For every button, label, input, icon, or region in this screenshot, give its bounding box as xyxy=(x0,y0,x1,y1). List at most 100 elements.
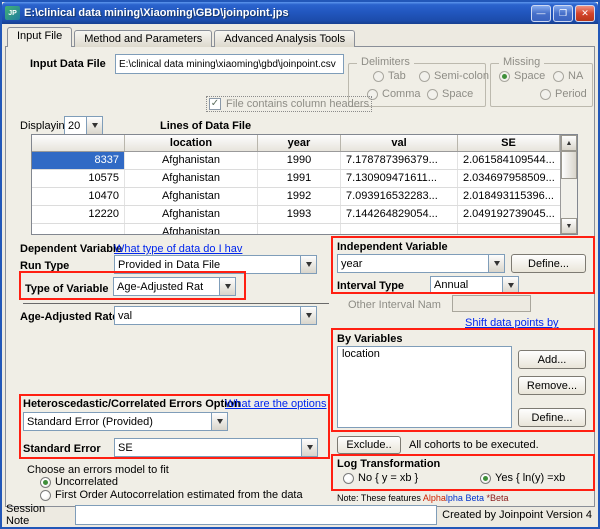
column-headers-checkbox[interactable]: ✓ File contains column headers xyxy=(205,96,373,112)
delimiter-tab-radio[interactable]: Tab xyxy=(373,70,406,82)
dropdown-value: Standard Error (Provided) xyxy=(27,415,153,428)
table-cell[interactable]: 1990 xyxy=(258,152,341,169)
radio-label: Semi-colon xyxy=(434,70,490,82)
exclude-button[interactable]: Exclude.. xyxy=(337,436,401,454)
missing-legend: Missing xyxy=(499,56,545,68)
dropdown-value: Annual xyxy=(434,279,469,291)
version-credit-label: Created by Joinpoint Version 4 xyxy=(442,509,592,521)
table-cell[interactable]: 1992 xyxy=(258,188,341,205)
table-cell[interactable]: 8337 xyxy=(32,152,125,169)
checkbox-label: File contains column headers xyxy=(226,98,370,110)
table-cell[interactable]: 1993 xyxy=(258,206,341,223)
by-variables-listbox[interactable]: location xyxy=(337,346,512,428)
age-adjusted-rate-label: Age-Adjusted Rate xyxy=(20,311,119,323)
table-cell[interactable]: 2.061584109544... xyxy=(458,152,560,169)
note-prefix: Note: These features xyxy=(337,493,423,503)
table-cell[interactable]: 7.093916532283... xyxy=(341,188,458,205)
log-transform-yes-radio[interactable]: Yes { ln(y) =xb xyxy=(480,472,565,484)
note-alpha: Alpha xyxy=(422,493,446,503)
close-button[interactable]: ✕ xyxy=(575,4,595,22)
log-transform-no-radio[interactable]: No { y = xb } xyxy=(343,472,418,484)
table-cell[interactable] xyxy=(341,224,458,234)
table-cell[interactable]: 2.049192739045... xyxy=(458,206,560,223)
table-cell[interactable]: Afghanistan xyxy=(125,224,258,234)
table-cell[interactable]: 7.130909471611... xyxy=(341,170,458,187)
first-order-autocorrelation-radio[interactable]: First Order Autocorrelation estimated fr… xyxy=(40,489,303,501)
tab-method-and-parameters[interactable]: Method and Parameters xyxy=(74,30,213,47)
input-file-page: Input Data File Delimiters Tab Semi-colo… xyxy=(5,46,595,507)
log-transformation-title: Log Transformation xyxy=(337,458,441,470)
delimiter-comma-radio[interactable]: Comma xyxy=(367,88,421,100)
features-note: Note: These features Alphalpha Beta *Bet… xyxy=(337,493,508,503)
independent-variable-dropdown[interactable]: year xyxy=(337,254,505,273)
standard-error-dropdown[interactable]: SE xyxy=(114,438,318,457)
dropdown-value: val xyxy=(118,309,133,322)
missing-space-radio[interactable]: Space xyxy=(499,70,545,82)
table-row: 10470 Afghanistan 1992 7.093916532283...… xyxy=(32,188,560,206)
chevron-down-icon xyxy=(86,117,102,134)
type-of-variable-dropdown[interactable]: Age-Adjusted Rat xyxy=(113,277,236,296)
list-item[interactable]: location xyxy=(338,347,511,361)
radio-circle-icon xyxy=(419,70,430,82)
table-cell[interactable]: 12220 xyxy=(32,206,125,223)
radio-label: First Order Autocorrelation estimated fr… xyxy=(55,489,303,501)
uncorrelated-radio[interactable]: Uncorrelated xyxy=(40,476,118,488)
by-variables-remove-button[interactable]: Remove... xyxy=(518,376,586,395)
errors-option-help-link[interactable]: What are the options xyxy=(225,398,327,410)
scroll-up-icon[interactable]: ▲ xyxy=(561,135,577,151)
other-interval-name-field[interactable] xyxy=(452,295,531,312)
scroll-down-icon[interactable]: ▼ xyxy=(561,218,577,234)
table-cell[interactable]: 2.018493115396... xyxy=(458,188,560,205)
minimize-button[interactable]: — xyxy=(531,4,551,22)
session-note-input[interactable] xyxy=(75,505,438,525)
table-cell[interactable]: 10470 xyxy=(32,188,125,205)
independent-define-button[interactable]: Define... xyxy=(511,254,586,273)
table-cell[interactable] xyxy=(458,224,560,234)
table-cell[interactable]: Afghanistan xyxy=(125,152,258,169)
lines-of-data-file-label: Lines of Data File xyxy=(160,120,252,132)
radio-label: Yes { ln(y) =xb xyxy=(495,472,566,484)
check-icon: ✓ xyxy=(210,98,220,109)
table-cell[interactable]: 1991 xyxy=(258,170,341,187)
interval-type-dropdown[interactable]: Annual xyxy=(430,276,519,294)
restore-button[interactable]: ❐ xyxy=(553,4,573,22)
scrollbar-thumb[interactable] xyxy=(561,151,577,179)
table-cell[interactable]: 7.178787396379... xyxy=(341,152,458,169)
table-row: 8337 Afghanistan 1990 7.178787396379... … xyxy=(32,152,560,170)
table-cell[interactable]: 7.144264829054... xyxy=(341,206,458,223)
by-variables-define-button[interactable]: Define... xyxy=(518,408,586,427)
table-cell[interactable] xyxy=(258,224,341,234)
shift-data-points-link[interactable]: Shift data points by xyxy=(465,317,559,329)
by-variables-add-button[interactable]: Add... xyxy=(518,350,586,369)
scrollbar-track[interactable] xyxy=(561,179,577,218)
tab-input-file[interactable]: Input File xyxy=(7,27,73,47)
missing-period-radio[interactable]: Period xyxy=(540,88,587,100)
table-cell[interactable] xyxy=(32,224,125,234)
delimiter-space-radio[interactable]: Space xyxy=(427,88,473,100)
tab-strip: Input File Method and Parameters Advance… xyxy=(7,27,357,47)
dropdown-value: year xyxy=(341,257,363,270)
table-cell[interactable]: 10575 xyxy=(32,170,125,187)
table-cell[interactable]: 2.034697958509... xyxy=(458,170,560,187)
tab-advanced-analysis-tools[interactable]: Advanced Analysis Tools xyxy=(214,30,356,47)
delimiter-semicolon-radio[interactable]: Semi-colon xyxy=(419,70,489,82)
radio-label: Space xyxy=(514,70,546,82)
data-type-help-link[interactable]: What type of data do I hav xyxy=(114,243,242,255)
input-data-file-field[interactable] xyxy=(115,54,344,74)
age-adjusted-rate-dropdown[interactable]: val xyxy=(114,306,317,325)
table-grid: location year val SE 8337 Afghanistan 19… xyxy=(32,135,560,234)
dropdown-value: 20 xyxy=(68,119,81,132)
table-row: Afghanistan xyxy=(32,224,560,234)
missing-na-radio[interactable]: NA xyxy=(553,70,583,82)
section-divider xyxy=(23,303,329,304)
errors-option-dropdown[interactable]: Standard Error (Provided) xyxy=(23,412,228,431)
table-cell[interactable]: Afghanistan xyxy=(125,170,258,187)
displaying-count-dropdown[interactable]: 20 xyxy=(64,116,103,135)
chevron-down-icon xyxy=(219,278,235,295)
table-cell[interactable]: Afghanistan xyxy=(125,206,258,223)
radio-circle-icon xyxy=(343,472,354,484)
table-cell[interactable]: Afghanistan xyxy=(125,188,258,205)
input-data-file-label: Input Data File xyxy=(30,58,106,70)
type-of-variable-label: Type of Variable xyxy=(25,283,109,295)
run-type-dropdown[interactable]: Provided in Data File xyxy=(114,255,317,274)
